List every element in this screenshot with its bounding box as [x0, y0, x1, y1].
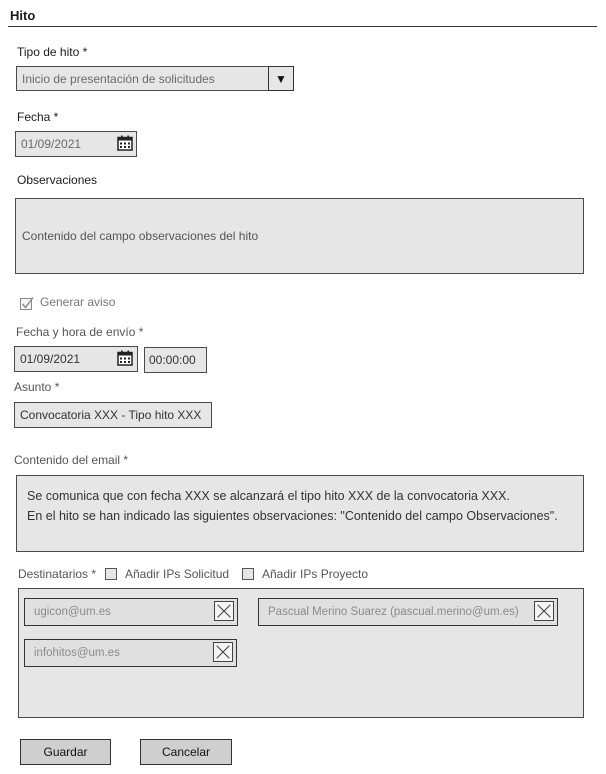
tipo-hito-label: Tipo de hito * [17, 45, 88, 59]
destinatarios-label: Destinatarios * [18, 567, 97, 581]
ips-solicitud-label: Añadir IPs Solicitud [125, 567, 230, 581]
observaciones-label: Observaciones [17, 173, 98, 187]
email-label: Contenido del email * [14, 453, 129, 467]
recipient-chip: Pascual Merino Suarez (pascual.merino@um… [258, 598, 558, 626]
fecha-label: Fecha * [17, 110, 59, 124]
save-button[interactable]: Guardar [20, 739, 111, 765]
close-icon[interactable] [213, 642, 233, 662]
title-divider [8, 26, 597, 27]
asunto-value: Convocatoria XXX - Tipo hito XXX [20, 408, 202, 422]
recipient-chip: infohitos@um.es [24, 639, 237, 667]
page-title: Hito [10, 8, 36, 23]
recipient-chip-label: infohitos@um.es [34, 647, 120, 659]
ips-solicitud-checkbox[interactable] [105, 568, 117, 580]
cancel-button[interactable]: Cancelar [140, 739, 232, 765]
envio-label: Fecha y hora de envío * [16, 325, 144, 339]
envio-time-input[interactable]: 00:00:00 [144, 347, 207, 373]
email-line-1: Se comunica que con fecha XXX se alcanza… [27, 489, 510, 503]
asunto-label: Asunto * [14, 380, 60, 394]
tipo-hito-select[interactable]: Inicio de presentación de solicitudes [16, 66, 269, 91]
generar-aviso-label: Generar aviso [40, 295, 116, 309]
envio-date-value: 01/09/2021 [20, 352, 81, 366]
fecha-value: 01/09/2021 [21, 137, 82, 151]
asunto-input[interactable]: Convocatoria XXX - Tipo hito XXX [14, 402, 212, 428]
recipient-chip: ugicon@um.es [24, 598, 238, 626]
ips-proyecto-label: Añadir IPs Proyecto [262, 567, 369, 581]
observaciones-value: Contenido del campo observaciones del hi… [22, 229, 259, 243]
close-icon[interactable] [534, 601, 554, 621]
calendar-icon[interactable] [117, 135, 133, 151]
generar-aviso-checkbox[interactable] [20, 296, 35, 314]
checkbox-checked-icon [20, 297, 34, 310]
calendar-icon[interactable] [117, 350, 133, 366]
observaciones-textarea[interactable]: Contenido del campo observaciones del hi… [15, 198, 584, 274]
chevron-down-icon[interactable]: ▼ [268, 66, 294, 91]
email-line-2: En el hito se han indicado las siguiente… [27, 509, 558, 523]
recipient-chip-label: ugicon@um.es [34, 606, 111, 618]
recipient-chip-label: Pascual Merino Suarez (pascual.merino@um… [268, 606, 519, 618]
envio-time-value: 00:00:00 [149, 353, 196, 367]
close-icon[interactable] [214, 601, 234, 621]
ips-proyecto-checkbox[interactable] [242, 568, 254, 580]
email-textarea[interactable]: Se comunica que con fecha XXX se alcanza… [16, 475, 584, 552]
